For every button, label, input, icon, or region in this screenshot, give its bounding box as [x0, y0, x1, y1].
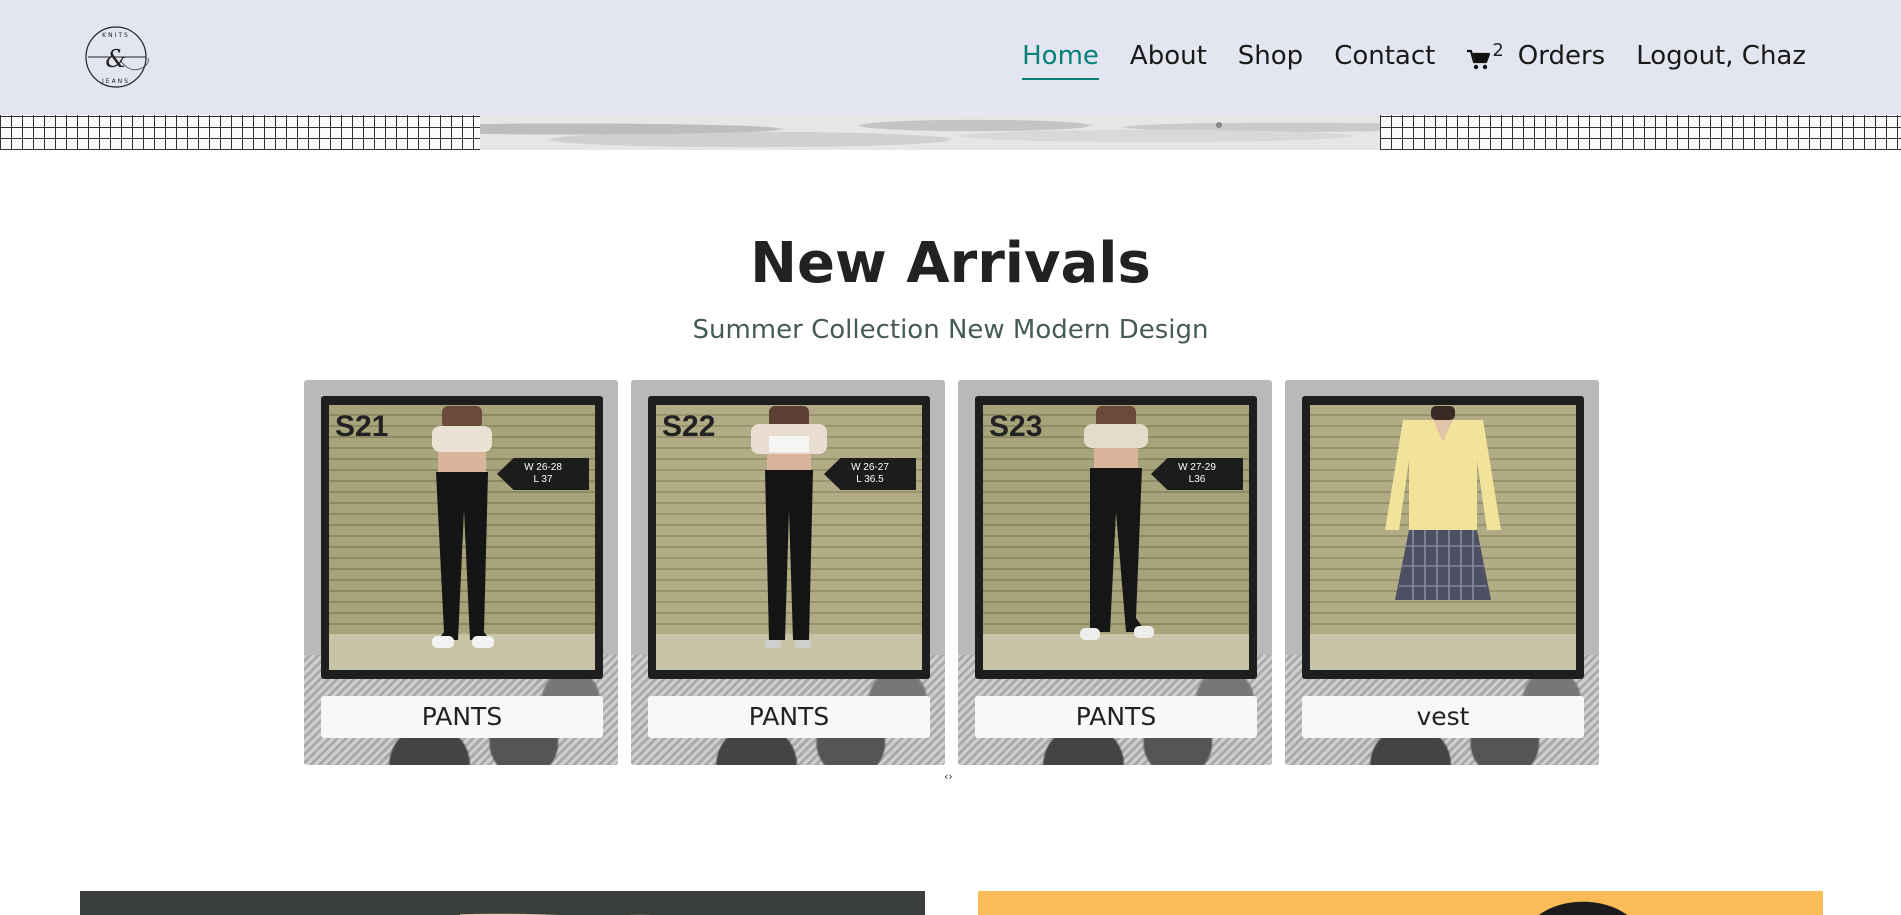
- product-image[interactable]: S22 W 26-27 L 36.5: [648, 396, 930, 679]
- product-card[interactable]: vest: [1285, 380, 1599, 765]
- carousel-next-button[interactable]: ›: [948, 770, 952, 783]
- section-title: New Arrivals: [750, 231, 1151, 296]
- banner-image-left: [460, 891, 860, 915]
- product-card[interactable]: S21 W 26-28 L 37 PANTS: [304, 380, 618, 765]
- size-tag: W 26-27 L 36.5: [824, 458, 916, 490]
- size-tag: W 27-29 L36: [1151, 458, 1243, 490]
- length-size: L 36.5: [856, 474, 884, 485]
- product-size-code: S22: [662, 410, 716, 443]
- nav-home[interactable]: Home: [1022, 36, 1099, 80]
- svg-text:JEANS: JEANS: [101, 78, 130, 85]
- nav-contact[interactable]: Contact: [1334, 36, 1435, 76]
- camo-pattern: [480, 115, 1380, 150]
- carousel-navigation: ‹›: [944, 770, 953, 784]
- product-label[interactable]: PANTS: [975, 696, 1257, 738]
- product-image[interactable]: [1302, 396, 1584, 679]
- waist-size: W 26-27: [851, 462, 889, 473]
- product-image[interactable]: S23 W 27-29 L36: [975, 396, 1257, 679]
- product-label[interactable]: vest: [1302, 696, 1584, 738]
- product-label[interactable]: PANTS: [648, 696, 930, 738]
- cart-button[interactable]: 2: [1466, 40, 1504, 71]
- main-nav: Home About Shop Contact 2 Orders Logout,…: [991, 36, 1806, 80]
- grid-pattern-right: [1380, 115, 1901, 150]
- nav-logout[interactable]: Logout, Chaz: [1636, 36, 1806, 76]
- knits-jeans-logo-icon: & KNITS JEANS: [85, 26, 149, 88]
- banner-image-right: [1508, 891, 1658, 915]
- waist-size: W 26-28: [524, 462, 562, 473]
- product-carousel: S21 W 26-28 L 37 PANTS S22 W 26-27 L 36.…: [304, 380, 1600, 765]
- black-straight-pants-icon: [1080, 406, 1154, 640]
- size-tag: W 26-28 L 37: [497, 458, 589, 490]
- nav-orders[interactable]: Orders: [1518, 36, 1605, 76]
- nav-about[interactable]: About: [1130, 36, 1207, 76]
- product-label[interactable]: PANTS: [321, 696, 603, 738]
- black-flare-pants-icon: [432, 406, 494, 648]
- length-size: L36: [1188, 474, 1206, 485]
- decorative-dot: [1216, 122, 1222, 128]
- section-subtitle: Summer Collection New Modern Design: [692, 315, 1209, 345]
- cart-icon: [1467, 49, 1491, 70]
- product-card[interactable]: S23 W 27-29 L36 PANTS: [958, 380, 1272, 765]
- promo-banner-right[interactable]: [978, 891, 1823, 915]
- product-size-code: S21: [335, 410, 389, 443]
- decorative-banner-strip: [0, 115, 1901, 150]
- waist-size: W 27-29: [1178, 462, 1216, 473]
- nav-shop[interactable]: Shop: [1238, 36, 1303, 76]
- cart-count-badge: 2: [1492, 40, 1504, 61]
- brand-logo[interactable]: & KNITS JEANS: [84, 24, 156, 90]
- product-image[interactable]: S21 W 26-28 L 37: [321, 396, 603, 679]
- site-header: & KNITS JEANS Home About Shop Contact 2 …: [0, 0, 1901, 115]
- svg-text:KNITS: KNITS: [102, 32, 130, 39]
- black-straight-pants-icon: [751, 406, 827, 648]
- promo-banner-left[interactable]: [80, 891, 925, 915]
- product-card[interactable]: S22 W 26-27 L 36.5 PANTS: [631, 380, 945, 765]
- length-size: L 37: [533, 474, 553, 485]
- svg-text:&: &: [105, 45, 126, 73]
- grid-pattern-left: [0, 115, 480, 150]
- yellow-sweater-plaid-skirt-icon: [1385, 406, 1501, 600]
- product-size-code: S23: [989, 410, 1043, 443]
